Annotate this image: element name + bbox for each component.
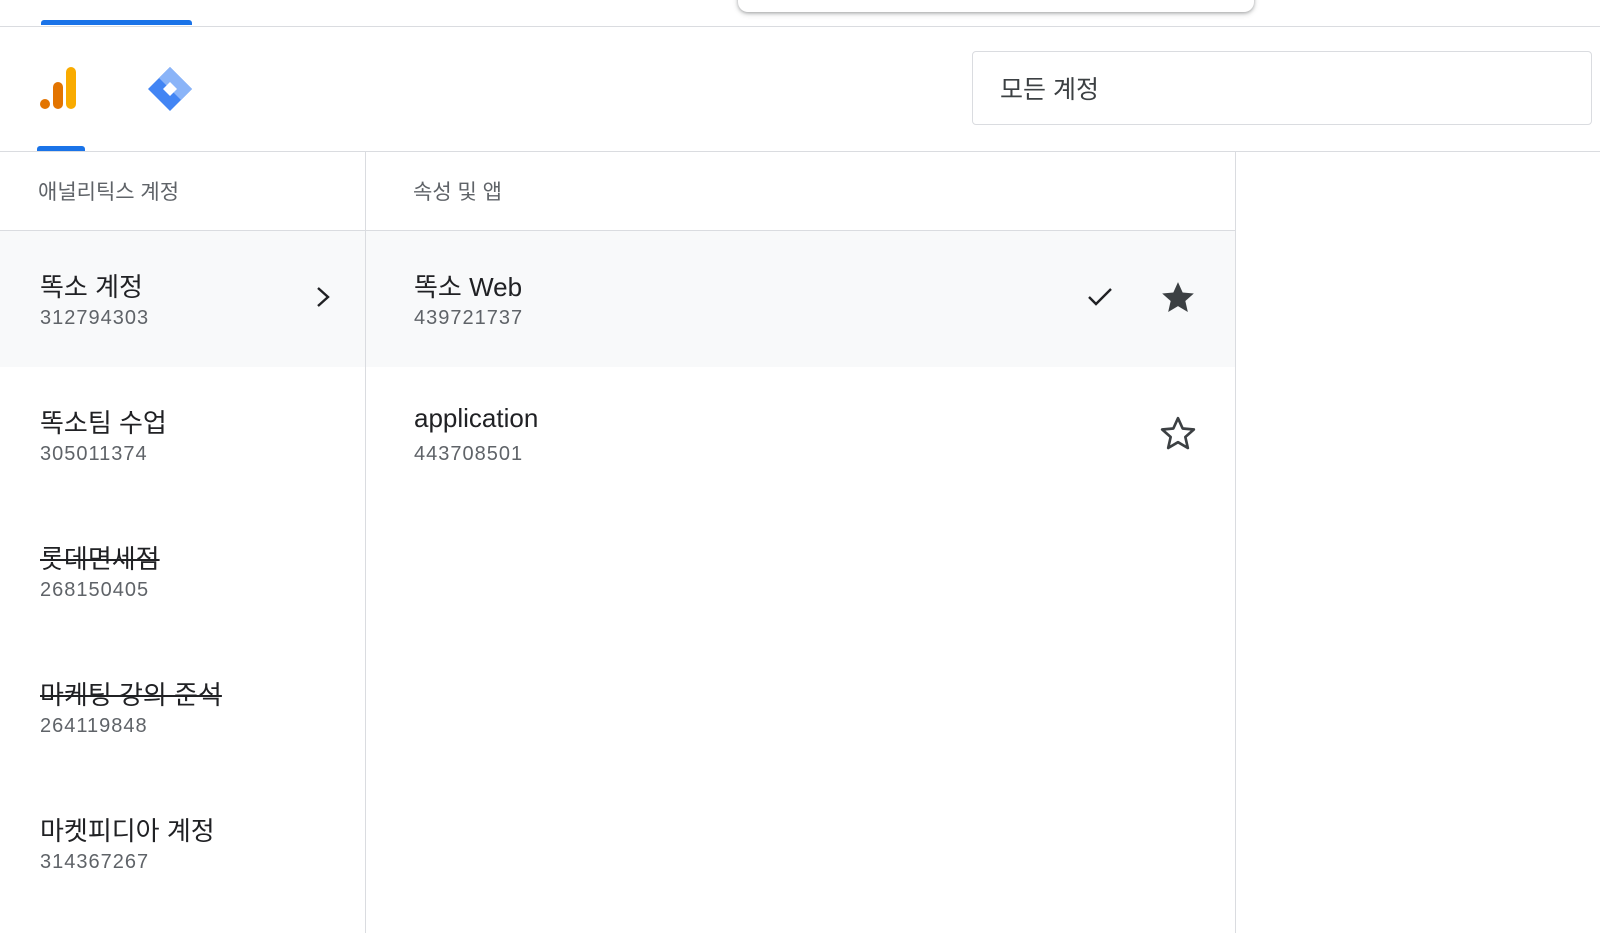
property-name: application — [414, 403, 539, 433]
top-tab-indicator — [41, 20, 192, 25]
properties-column-header: 속성 및 앱 — [366, 152, 1235, 231]
chevron-right-icon — [305, 279, 341, 315]
account-id: 264119848 — [40, 715, 148, 737]
account-name: 롯데면세점 — [40, 544, 160, 574]
account-name: 마케팅 강의 준석 — [40, 680, 222, 710]
star-outline-icon[interactable] — [1156, 412, 1200, 456]
account-id: 305011374 — [40, 443, 148, 465]
accounts-column-header: 애널리틱스 계정 — [0, 152, 365, 231]
tab-analytics[interactable] — [30, 27, 90, 151]
account-row[interactable]: 똑소팀 수업 305011374 — [0, 367, 365, 503]
tag-manager-icon — [148, 67, 192, 111]
property-id: 443708501 — [414, 443, 524, 465]
checkmark-icon — [1080, 277, 1120, 317]
account-search-input[interactable]: 모든 계정 — [972, 51, 1592, 125]
property-row[interactable]: application 443708501 — [366, 367, 1235, 503]
account-row[interactable]: 똑소 계정 312794303 — [0, 231, 365, 367]
product-switcher: 모든 계정 — [0, 27, 1600, 152]
account-id: 268150405 — [40, 579, 150, 601]
account-name: 똑소팀 수업 — [40, 408, 167, 438]
account-name: 마켓피디아 계정 — [40, 816, 215, 846]
property-row[interactable]: 똑소 Web 439721737 — [366, 231, 1235, 367]
top-dropdown-edge — [738, 0, 1254, 12]
account-row[interactable]: 마켓피디아 계정 314367267 — [0, 775, 365, 911]
account-id: 314367267 — [40, 851, 150, 873]
active-tab-indicator — [37, 146, 85, 151]
account-row[interactable]: 마케팅 강의 준석 264119848 — [0, 639, 365, 775]
property-name: 똑소 Web — [414, 272, 523, 302]
properties-column: 속성 및 앱 똑소 Web 439721737 application 4437… — [366, 152, 1236, 933]
tab-tag-manager[interactable] — [140, 27, 200, 151]
star-filled-icon[interactable] — [1156, 276, 1200, 320]
account-name: 똑소 계정 — [40, 272, 143, 302]
search-value: 모든 계정 — [1000, 76, 1099, 104]
accounts-column: 애널리틱스 계정 똑소 계정 312794303 똑소팀 수업 30501137… — [0, 152, 366, 933]
analytics-icon — [40, 67, 76, 109]
property-id: 439721737 — [414, 307, 524, 329]
account-id: 312794303 — [40, 307, 150, 329]
account-row[interactable]: 롯데면세점 268150405 — [0, 503, 365, 639]
